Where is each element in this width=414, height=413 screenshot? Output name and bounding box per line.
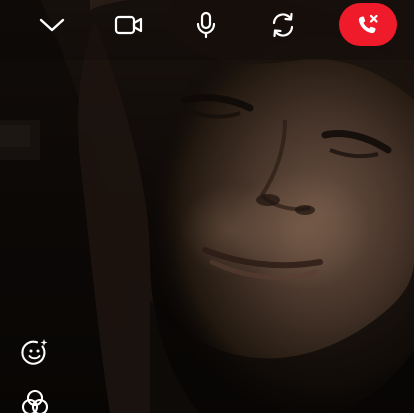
effects-button[interactable]: Effects (18, 336, 52, 370)
minimize-call-button[interactable]: Minimize call (32, 5, 72, 45)
camera-toggle-button[interactable]: Camera (109, 5, 149, 45)
side-tools: Effects Filters (18, 336, 54, 413)
end-call-icon (358, 14, 378, 33)
microphone-icon (196, 11, 216, 39)
video-call-screen: Minimize call Camera Microphone Switch c… (0, 0, 414, 413)
video-camera-icon (114, 15, 143, 35)
microphone-toggle-button[interactable]: Microphone (186, 5, 226, 45)
switch-camera-button[interactable]: Switch camera (263, 5, 303, 45)
sparkle-face-icon (21, 339, 48, 365)
end-call-button[interactable]: End call (339, 3, 397, 46)
chevron-down-icon (39, 18, 65, 32)
filters-button[interactable]: Filters (18, 386, 52, 413)
switch-camera-icon (272, 12, 294, 38)
remote-video-feed (0, 0, 414, 413)
filters-icon (21, 389, 49, 413)
call-controls-bar: Minimize call Camera Microphone Switch c… (0, 0, 414, 54)
